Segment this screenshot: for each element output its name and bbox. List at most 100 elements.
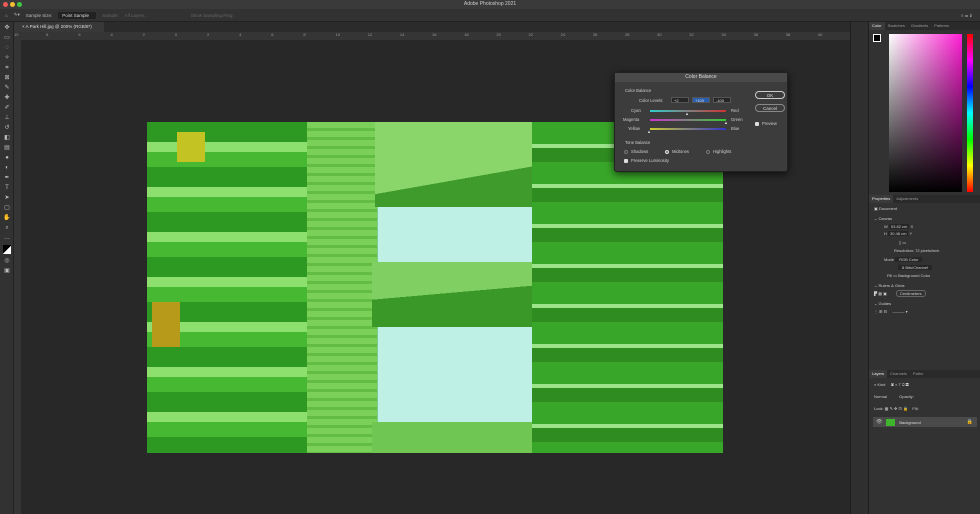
ruler-tick-label: 16 — [432, 32, 437, 37]
canvas-section-header[interactable]: ⌄ Canvas — [869, 216, 980, 221]
mode-select[interactable]: RGB Color — [895, 257, 923, 262]
sample-label: Sample: — [102, 12, 119, 18]
stamp-tool-icon[interactable]: ⊥ — [3, 115, 11, 121]
orientation-icons[interactable]: ▯ ▭ — [869, 240, 980, 245]
crop-tool-icon[interactable]: ⌗ — [3, 65, 11, 71]
gradient-tool-icon[interactable]: ▤ — [3, 145, 11, 151]
ruler-tick-label: 0 — [174, 32, 178, 37]
tab-properties[interactable]: Properties — [869, 195, 894, 203]
hue-slider[interactable] — [967, 34, 973, 192]
shape-tool-icon[interactable]: ▢ — [3, 205, 11, 211]
tab-patterns[interactable]: Patterns — [931, 22, 952, 30]
color-panel-tabs: Color Swatches Gradients Patterns — [869, 22, 980, 30]
eyedropper-icon[interactable]: ✎▾ — [14, 12, 20, 18]
healing-brush-icon[interactable]: ✚ — [3, 95, 11, 101]
tab-adjustments[interactable]: Adjustments — [893, 195, 921, 203]
units-select[interactable]: Centimeters — [895, 290, 926, 297]
properties-panel-tabs: Properties Adjustments — [869, 195, 980, 203]
slider-handle[interactable]: ▲ — [647, 129, 651, 134]
dodge-tool-icon[interactable]: ◐ — [3, 165, 11, 171]
sample-select[interactable]: All Layers — [125, 13, 185, 18]
document-tab[interactable]: × A Park Hill.jpg @ 200% (RGB/8*) — [14, 22, 104, 32]
lasso-tool-icon[interactable]: ◌ — [3, 45, 11, 51]
marquee-tool-icon[interactable]: ▭ — [3, 35, 11, 41]
highlights-label: Highlights — [713, 149, 732, 154]
guides-header[interactable]: ⌄ Guides — [869, 301, 980, 306]
rulers-grids-label: Rulers & Grids — [878, 283, 905, 288]
magenta-green-slider[interactable] — [650, 119, 726, 121]
lock-row: Lock: ▦ ✎ ✥ ⊡ 🔒 Fill: — [874, 406, 919, 411]
brush-tool-icon[interactable]: ✐ — [3, 105, 11, 111]
path-select-icon[interactable]: ➤ — [3, 195, 11, 201]
resolution-text: Resolution: 72 pixels/inch — [894, 248, 940, 253]
tab-layers[interactable]: Layers — [869, 370, 888, 378]
guides-icons[interactable]: ⋮ ⊞ ⊟ ——— ▾ — [869, 309, 980, 314]
midtones-label: Midtones — [672, 149, 689, 154]
blur-tool-icon[interactable]: ● — [3, 155, 11, 161]
layer-filter-row: ⌕ Kind ▣ ◐ T ⊡ ▤ — [874, 382, 909, 387]
hand-tool-icon[interactable]: ✋ — [3, 215, 11, 221]
highlights-radio[interactable] — [706, 150, 710, 154]
ruler-tick-label: 4 — [239, 32, 242, 37]
layer-row-background[interactable]: 👁 Background 🔒 — [873, 417, 977, 427]
type-tool-icon[interactable]: T — [3, 185, 11, 191]
magenta-green-level-input[interactable]: +100 — [692, 97, 710, 103]
move-tool-icon[interactable]: ✥ — [3, 25, 11, 31]
tab-gradients[interactable]: Gradients — [908, 22, 931, 30]
preserve-luminosity-label: Preserve Luminosity — [631, 158, 669, 163]
show-sampling-ring-checkbox[interactable]: Show Sampling Ring — [191, 13, 233, 18]
close-window-button[interactable] — [3, 2, 8, 7]
tab-color[interactable]: Color — [869, 22, 885, 30]
foreground-color-swatch[interactable] — [873, 34, 881, 42]
color-swatches-icon[interactable] — [3, 245, 11, 254]
ruler-tick-label: 22 — [528, 32, 533, 37]
width-label: W — [884, 224, 888, 229]
ruler-toggle-icon[interactable]: ▛ ▦ ▣ — [874, 291, 887, 296]
tools-panel: ✥ ▭ ◌ ✧ ⌗ ⊠ ✎ ✚ ✐ ⊥ ↺ ◧ ▤ ● ◐ ✒ T ➤ ▢ ✋ … — [0, 22, 14, 514]
pen-tool-icon[interactable]: ✒ — [3, 175, 11, 181]
screen-mode-icon[interactable]: ▣ — [3, 268, 11, 274]
ruler-tick-label: 18 — [464, 32, 469, 37]
frame-tool-icon[interactable]: ⊠ — [3, 75, 11, 81]
minimize-window-button[interactable] — [10, 2, 15, 7]
ok-button[interactable]: OK — [755, 91, 785, 99]
color-balance-section-label: Color Balance — [625, 88, 652, 93]
color-picker-field[interactable] — [889, 34, 962, 192]
slider-handle[interactable]: ▲ — [685, 111, 689, 116]
width-row: W 53.82 cm X — [869, 224, 980, 229]
bit-depth-select[interactable]: 8 Bits/Channel — [898, 265, 933, 270]
tab-paths[interactable]: Paths — [910, 370, 926, 378]
slider-handle[interactable]: ▲ — [724, 120, 728, 125]
preserve-luminosity-checkbox[interactable] — [624, 159, 628, 163]
tab-swatches[interactable]: Swatches — [885, 22, 908, 30]
eraser-tool-icon[interactable]: ◧ — [3, 135, 11, 141]
rulers-grids-header[interactable]: ⌄ Rulers & Grids — [869, 283, 980, 288]
home-icon[interactable]: ⌂ — [5, 13, 8, 18]
cancel-button[interactable]: Cancel — [755, 104, 785, 112]
fill-select[interactable]: Background Color — [898, 273, 930, 278]
eyedropper-tool-icon[interactable]: ✎ — [3, 85, 11, 91]
yellow-blue-level-input[interactable]: -100 — [713, 97, 731, 103]
document-tab-label: A Park Hill.jpg @ 200% (RGB/8*) — [25, 24, 92, 29]
width-input[interactable]: 53.82 cm — [888, 224, 910, 229]
tab-channels[interactable]: Channels — [887, 370, 910, 378]
search-icon[interactable]: ⌕ ▭ ⇪ — [961, 13, 972, 18]
zoom-window-button[interactable] — [17, 2, 22, 7]
yellow-blue-slider[interactable] — [650, 128, 726, 130]
height-label: H — [884, 231, 887, 236]
zoom-tool-icon[interactable]: ⌕ — [3, 225, 11, 231]
ruler-tick-label: 6 — [271, 32, 274, 37]
shadows-radio[interactable] — [624, 150, 628, 154]
more-tools-icon[interactable]: … — [3, 235, 11, 241]
visibility-eye-icon[interactable]: 👁 — [876, 419, 882, 425]
quick-mask-icon[interactable]: ◎ — [3, 258, 11, 264]
preview-checkbox[interactable] — [755, 122, 759, 126]
midtones-radio[interactable] — [665, 150, 669, 154]
blend-mode-select[interactable]: Normal — [874, 394, 887, 399]
height-input[interactable]: 30.48 cm — [888, 231, 909, 236]
sample-size-select[interactable]: Point Sample — [58, 11, 97, 19]
history-brush-icon[interactable]: ↺ — [3, 125, 11, 131]
cyan-red-level-input[interactable]: +2 — [671, 97, 689, 103]
magic-wand-icon[interactable]: ✧ — [3, 55, 11, 61]
layer-kind-select[interactable]: Kind — [877, 382, 885, 387]
